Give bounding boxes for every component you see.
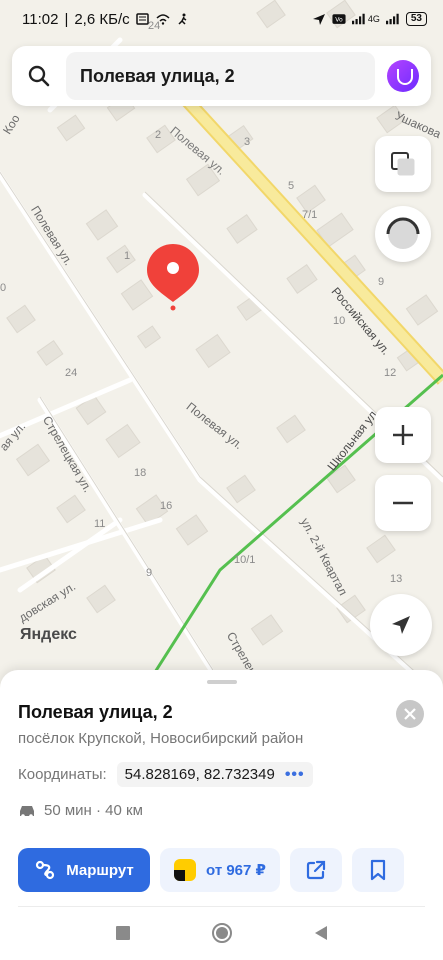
drive-time-distance: 50 мин · 40 км <box>44 802 143 819</box>
search-icon[interactable] <box>12 46 66 106</box>
status-time: 11:02 <box>22 10 59 28</box>
house-number: 5 <box>288 180 295 192</box>
minus-icon <box>393 501 413 505</box>
search-input[interactable]: Полевая улица, 2 <box>66 52 375 100</box>
sheet-grabber[interactable] <box>207 680 237 684</box>
layers-button[interactable] <box>375 136 431 192</box>
share-icon <box>306 860 326 880</box>
bookmark-button[interactable] <box>352 848 404 892</box>
search-bar[interactable]: Полевая улица, 2 <box>12 46 431 106</box>
signal-icon-2 <box>385 13 399 25</box>
house-number: 10 <box>333 315 346 327</box>
signal-icon <box>351 13 365 25</box>
status-bar: 11:02 | 2,6 КБ/с Vo 4G 53 <box>0 0 443 38</box>
wifi-icon <box>156 14 170 25</box>
house-number: 12 <box>384 367 397 379</box>
coordinates-value[interactable]: 54.828169, 82.732349 <box>125 766 275 783</box>
car-icon <box>20 805 34 818</box>
plus-icon <box>393 425 413 445</box>
locate-arrow-icon <box>392 616 410 634</box>
house-number: 24 <box>65 367 78 379</box>
share-button[interactable] <box>290 848 342 892</box>
place-subtitle: посёлок Крупской, Новосибирский район <box>18 730 304 747</box>
house-number: 9 <box>378 276 385 288</box>
notification-icon <box>135 13 149 25</box>
taxi-button[interactable]: от 967 ₽ <box>160 848 280 892</box>
yandex-logo: Яндекс <box>20 626 77 643</box>
close-button[interactable] <box>396 700 424 728</box>
location-arrow-icon <box>312 14 325 25</box>
svg-text:Vo: Vo <box>335 17 343 24</box>
house-number: 7/1 <box>302 209 318 221</box>
coordinates-box[interactable]: 54.828169, 82.732349 ••• <box>116 762 313 787</box>
coordinates-label: Координаты: <box>18 766 107 783</box>
house-number: 1 <box>124 250 131 262</box>
drive-info: 50 мин · 40 км <box>18 802 143 819</box>
back-icon[interactable] <box>313 925 329 941</box>
yandex-go-icon <box>174 859 197 881</box>
taxi-price: от 967 ₽ <box>206 862 266 879</box>
zoom-out-button[interactable] <box>375 475 431 531</box>
house-number: 11 <box>94 518 106 530</box>
house-number: 3 <box>244 136 251 148</box>
house-number: 0 <box>0 282 7 294</box>
coordinates-row: Координаты: 54.828169, 82.732349 ••• <box>18 762 313 787</box>
place-title: Полевая улица, 2 <box>18 702 173 722</box>
compass-button[interactable] <box>375 206 431 262</box>
battery-icon: 53 <box>405 12 427 26</box>
zoom-in-button[interactable] <box>375 407 431 463</box>
route-button[interactable]: Маршрут <box>18 848 150 892</box>
route-button-label: Маршрут <box>66 861 134 879</box>
system-nav-bar <box>0 906 443 960</box>
house-number: 2 <box>155 129 162 141</box>
recents-icon[interactable] <box>115 925 131 941</box>
compass-icon <box>386 217 420 249</box>
close-icon <box>404 708 416 720</box>
house-number: 9 <box>146 567 153 579</box>
locate-me-button[interactable] <box>370 594 432 656</box>
location-pin-icon <box>147 244 199 311</box>
walk-icon <box>178 13 187 25</box>
more-options-icon[interactable]: ••• <box>285 766 305 782</box>
volte-icon: Vo <box>332 14 346 24</box>
action-buttons: Маршрут от 967 ₽ <box>18 848 404 892</box>
network-type: 4G <box>367 14 380 24</box>
house-number: 13 <box>390 573 403 585</box>
route-icon <box>36 860 55 880</box>
status-speed: 2,6 КБ/с <box>74 10 130 28</box>
house-number: 18 <box>134 467 147 479</box>
bookmark-icon <box>370 859 386 881</box>
alice-icon <box>387 60 419 92</box>
home-icon[interactable] <box>211 922 233 944</box>
house-number: 16 <box>160 500 173 512</box>
house-number: 10/1 <box>234 554 256 566</box>
alice-assistant-button[interactable] <box>375 46 431 106</box>
layers-icon <box>391 152 415 176</box>
